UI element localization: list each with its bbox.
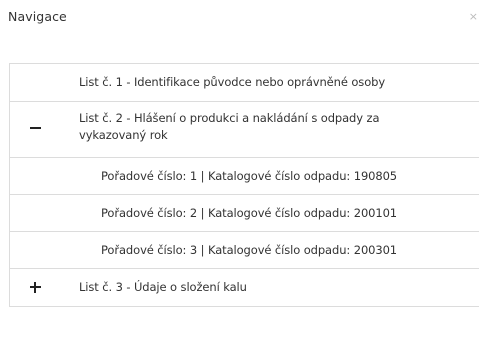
plus-icon[interactable]: [28, 280, 42, 294]
minus-icon[interactable]: [28, 121, 42, 135]
nav-subitem-label: Pořadové číslo: 2 | Katalogové číslo odp…: [101, 206, 398, 220]
nav-subitem-label: Pořadové číslo: 3 | Katalogové číslo odp…: [101, 243, 398, 257]
minus-bar: [29, 127, 41, 129]
navigation-tree: List č. 1 - Identifikace původce nebo op…: [9, 63, 479, 307]
plus-shape: [29, 281, 41, 293]
nav-item-label: List č. 2 - Hlášení o produkci a nakládá…: [79, 111, 380, 142]
nav-item-list-1[interactable]: List č. 1 - Identifikace původce nebo op…: [9, 64, 479, 102]
plus-vertical: [34, 281, 36, 293]
close-icon[interactable]: ×: [469, 10, 478, 23]
nav-item-list-3[interactable]: List č. 3 - Údaje o složení kalu: [9, 269, 479, 307]
nav-subitem-2[interactable]: Pořadové číslo: 2 | Katalogové číslo odp…: [9, 195, 479, 232]
nav-item-label: List č. 3 - Údaje o složení kalu: [79, 280, 247, 294]
panel-title: Navigace: [8, 9, 67, 24]
nav-subitem-1[interactable]: Pořadové číslo: 1 | Katalogové číslo odp…: [9, 158, 479, 195]
nav-item-list-2[interactable]: List č. 2 - Hlášení o produkci a nakládá…: [9, 102, 479, 158]
nav-subitem-label: Pořadové číslo: 1 | Katalogové číslo odp…: [101, 169, 398, 183]
nav-item-label: List č. 1 - Identifikace původce nebo op…: [79, 75, 386, 89]
nav-subitem-3[interactable]: Pořadové číslo: 3 | Katalogové číslo odp…: [9, 232, 479, 269]
panel-header: Navigace ×: [0, 0, 479, 38]
navigation-panel: Navigace × List č. 1 - Identifikace půvo…: [0, 0, 479, 345]
